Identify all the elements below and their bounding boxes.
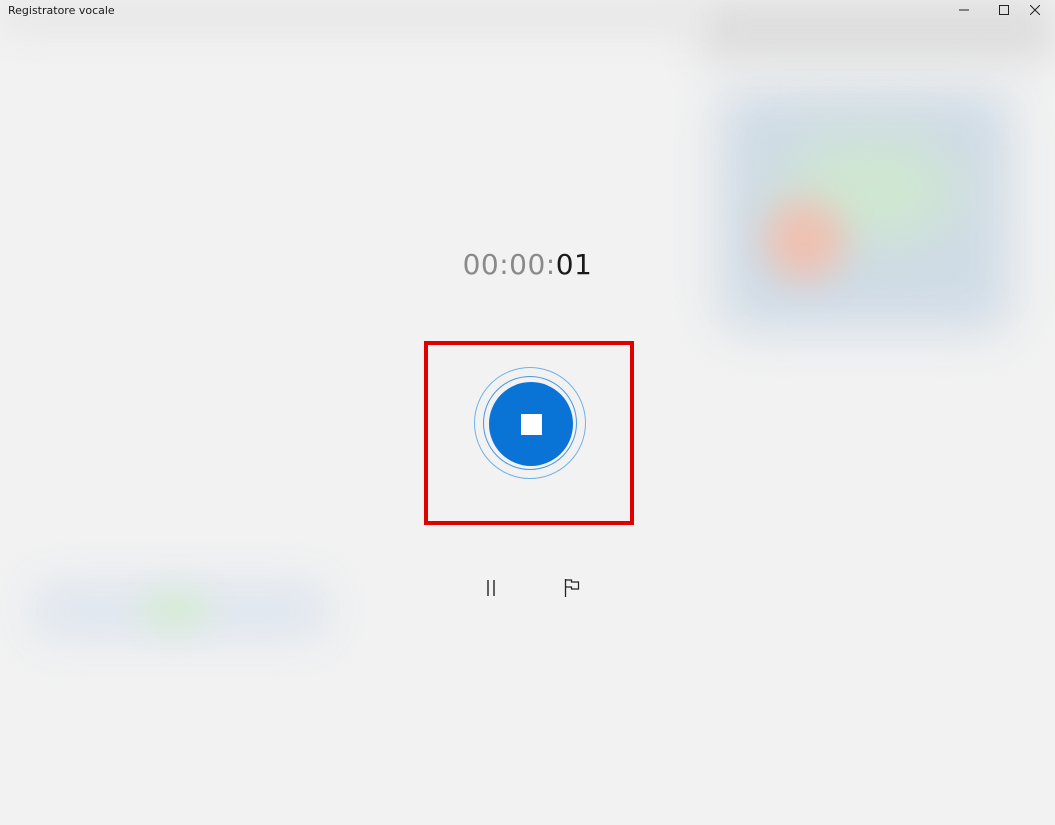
background-blur [140, 590, 210, 630]
maximize-icon [999, 2, 1009, 20]
app-title: Registratore vocale [8, 4, 115, 17]
pause-icon [484, 579, 498, 602]
recording-timer: 00:00:01 [0, 248, 1055, 281]
timer-seconds: 01 [555, 248, 593, 281]
flag-icon [563, 578, 581, 603]
timer-hours-minutes: 00:00: [462, 248, 556, 281]
voice-recorder-window: Registratore vocale 00:00:01 [0, 0, 1055, 825]
stop-recording-button[interactable] [489, 382, 573, 466]
minimize-icon [959, 2, 969, 20]
add-marker-button[interactable] [556, 574, 588, 606]
pause-button[interactable] [475, 574, 507, 606]
close-button[interactable] [1015, 0, 1055, 22]
stop-icon [520, 413, 542, 435]
close-icon [1029, 2, 1041, 20]
title-bar: Registratore vocale [0, 0, 1055, 22]
minimize-button[interactable] [944, 0, 984, 22]
